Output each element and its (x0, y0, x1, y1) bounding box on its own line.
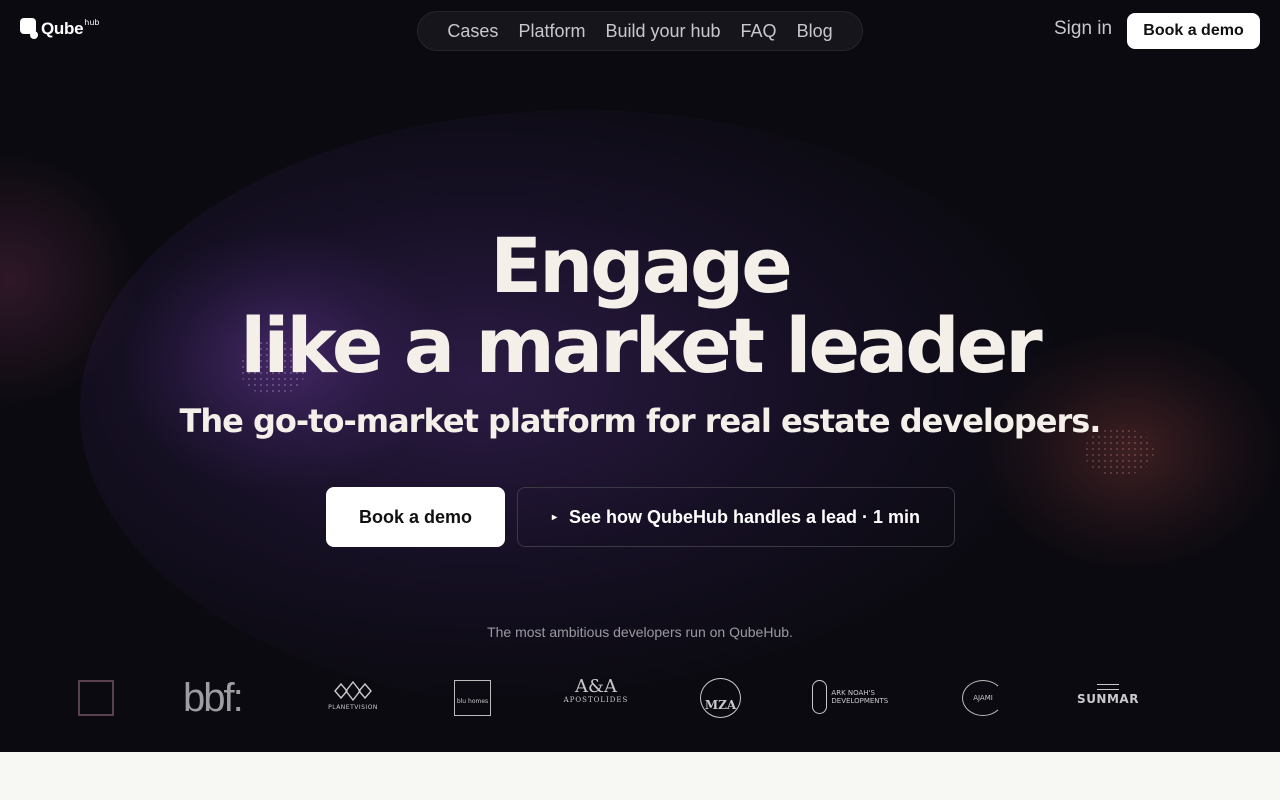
ark-label: ARK NOAH'S DEVELOPMENTS (831, 689, 889, 705)
client-logo-planetvision: PLANETVISION (325, 680, 381, 711)
client-logo-bbf: bbf: (183, 675, 244, 720)
sign-in-link[interactable]: Sign in (1054, 18, 1112, 40)
book-demo-header-button[interactable]: Book a demo (1127, 13, 1260, 49)
logo-superscript: hub (84, 18, 100, 27)
logo-text: Qube (41, 19, 84, 38)
logo-mark-icon (20, 18, 40, 40)
planetvision-emblem-icon (334, 680, 372, 702)
hero-headline: Engage like a market leader (0, 224, 1280, 384)
apostolides-monogram: A&A (574, 676, 618, 697)
watch-video-button[interactable]: ▸ See how QubeHub handles a lead · 1 min (517, 487, 955, 547)
ark-emblem-icon (812, 680, 828, 714)
play-icon: ▸ (551, 511, 557, 523)
planetvision-label: PLANETVISION (328, 704, 378, 711)
nav-build-your-hub[interactable]: Build your hub (605, 21, 720, 42)
nav-cases[interactable]: Cases (447, 21, 498, 42)
trusted-caption: The most ambitious developers run on Qub… (487, 624, 793, 640)
headline-line-2: like a market leader (240, 301, 1042, 390)
sunmar-label: SUNMAR (1077, 692, 1139, 706)
nav-blog[interactable]: Blog (797, 21, 833, 42)
client-logo-apostolides: A&A APOSTOLIDES (560, 676, 632, 705)
client-logo-square (78, 680, 114, 716)
client-logo-sunmar: SUNMAR (1076, 684, 1140, 706)
book-demo-button[interactable]: Book a demo (326, 487, 505, 547)
nav-faq[interactable]: FAQ (741, 21, 777, 42)
qubehub-logo[interactable]: Qube hub (20, 18, 99, 40)
client-logo-mza: MZA (700, 678, 741, 718)
hero-section: Qube hub Cases Platform Build your hub F… (0, 0, 1280, 752)
client-logo-ark-noahs: ARK NOAH'S DEVELOPMENTS (812, 680, 894, 714)
hero-subheadline: The go-to-market platform for real estat… (179, 402, 1102, 440)
apostolides-label: APOSTOLIDES (563, 696, 629, 704)
sunmar-waves-icon (1097, 684, 1119, 690)
client-logo-strip: bbf: PLANETVISION blu homes A&A APOSTOLI… (0, 676, 1280, 720)
client-logo-ajami: AJAMI (962, 680, 1004, 716)
nav-platform[interactable]: Platform (518, 21, 585, 42)
watch-video-label: See how QubeHub handles a lead · 1 min (568, 506, 921, 527)
client-logo-blu-homes: blu homes (454, 680, 491, 716)
main-nav: Cases Platform Build your hub FAQ Blog (417, 11, 863, 51)
headline-line-1: Engage (490, 221, 793, 310)
